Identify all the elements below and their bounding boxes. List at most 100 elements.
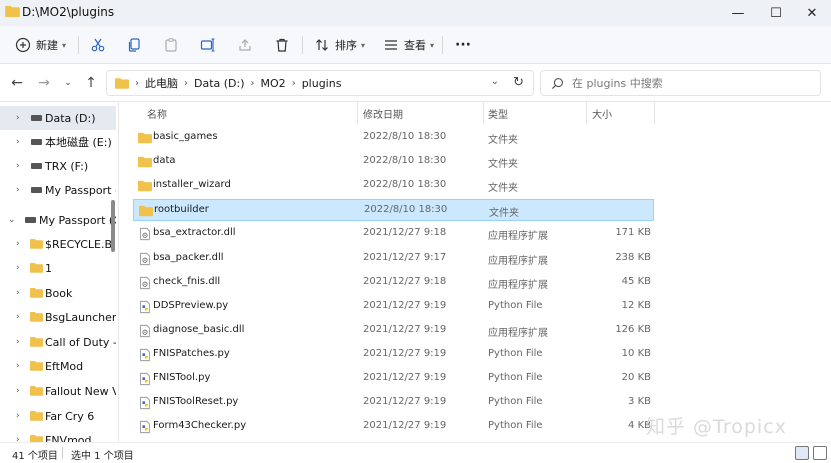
chevron-right-icon[interactable]: ›: [16, 263, 20, 273]
sort-icon: [313, 36, 331, 54]
file-row[interactable]: FNISToolReset.py 2021/12/27 9:19 Python Fi…: [133, 392, 654, 414]
up-button[interactable]: ↑: [80, 73, 102, 93]
file-name: bsa_extractor.dll: [153, 227, 236, 239]
refresh-icon[interactable]: ↻: [513, 75, 524, 90]
folder-icon: [30, 239, 43, 249]
chevron-right-icon[interactable]: ›: [16, 435, 20, 442]
sidebar-item-bsglauncher[interactable]: › BsgLauncher: [0, 305, 116, 329]
folder-icon: [30, 386, 43, 396]
chevron-right-icon[interactable]: ›: [16, 137, 20, 147]
chevron-right-icon[interactable]: ›: [16, 361, 20, 371]
navigation-pane: › Data (D:) › 本地磁盘 (E:) › TRX (F:) › My …: [0, 102, 118, 442]
file-date: 2021/12/27 9:19: [363, 420, 447, 432]
sidebar-item-data-d[interactable]: › Data (D:): [0, 106, 116, 130]
folder-icon: [138, 132, 152, 144]
file-row[interactable]: Form43Checker.py 2021/12/27 9:19 Python Fi…: [133, 416, 654, 438]
sidebar-item-trx-f[interactable]: › TRX (F:): [0, 154, 116, 178]
sort-button[interactable]: 排序 ▾: [313, 34, 365, 56]
file-name: bsa_packer.dll: [153, 251, 224, 263]
address-bar-row: ← → ⌄ ↑ › 此电脑 › Data (D:) › MO2 › plugin…: [0, 64, 831, 102]
tiles-view-icon[interactable]: [813, 446, 827, 460]
share-button[interactable]: [236, 34, 254, 56]
minimize-button[interactable]: —: [719, 0, 757, 26]
file-type: 文件夹: [488, 135, 518, 146]
column-divider[interactable]: [654, 102, 655, 124]
sidebar-item-fnvmod[interactable]: › FNVmod: [0, 428, 116, 442]
column-divider[interactable]: [357, 102, 358, 124]
column-header-date[interactable]: 修改日期: [363, 102, 403, 124]
chevron-right-icon[interactable]: ›: [16, 337, 20, 347]
search-input[interactable]: 在 plugins 中搜索: [540, 70, 821, 96]
file-date: 2022/8/10 18:30: [364, 204, 448, 216]
sidebar-item-book[interactable]: › Book: [0, 281, 116, 305]
folder-icon: [30, 361, 43, 371]
file-type: 应用程序扩展: [488, 327, 548, 339]
sidebar-item-fallout-new-vegas[interactable]: › Fallout New Ve: [0, 379, 116, 403]
back-button[interactable]: ←: [6, 73, 28, 93]
file-row[interactable]: bsa_packer.dll 2021/12/27 9:17 应用程序扩展 238 K…: [133, 248, 654, 270]
chevron-right-icon[interactable]: ›: [16, 185, 20, 195]
sidebar-item-eftmod[interactable]: › EftMod: [0, 354, 116, 378]
chevron-right-icon[interactable]: ›: [16, 161, 20, 171]
breadcrumb-this-pc[interactable]: 此电脑: [145, 75, 178, 91]
copy-icon: [125, 36, 143, 54]
column-header-size[interactable]: 大小: [592, 102, 612, 124]
column-header-type[interactable]: 类型: [488, 102, 508, 124]
breadcrumb-data-drive[interactable]: Data (D:): [194, 77, 245, 90]
file-row[interactable]: basic_games 2022/8/10 18:30 文件夹: [133, 127, 654, 149]
folder-icon: [30, 435, 43, 442]
new-button[interactable]: 新建 ▾: [14, 34, 66, 56]
sidebar-item-folder-1[interactable]: › 1: [0, 256, 116, 280]
chevron-right-icon[interactable]: ›: [16, 312, 20, 322]
column-header-name[interactable]: 名称: [147, 102, 167, 124]
file-row[interactable]: rootbuilder 2022/8/10 18:30 文件夹: [133, 199, 654, 222]
paste-button[interactable]: [162, 34, 180, 56]
file-row[interactable]: installer_wizard 2022/8/10 18:30 文件夹: [133, 175, 654, 197]
file-row[interactable]: bsa_extractor.dll 2021/12/27 9:18 应用程序扩展 17…: [133, 223, 654, 245]
chevron-right-icon[interactable]: ›: [16, 239, 20, 249]
chevron-down-icon[interactable]: ⌄: [8, 215, 16, 225]
maximize-button[interactable]: ☐: [757, 0, 795, 26]
breadcrumb-mo2[interactable]: MO2: [261, 77, 286, 90]
recent-locations-button[interactable]: ⌄: [57, 73, 79, 93]
file-date: 2021/12/27 9:17: [363, 251, 447, 263]
cut-button[interactable]: [89, 34, 107, 56]
sidebar-item-label: Book: [45, 286, 73, 300]
file-row[interactable]: FNISTool.py 2021/12/27 9:19 Python File 20 …: [133, 368, 654, 390]
delete-button[interactable]: [273, 34, 291, 56]
details-view-icon[interactable]: [795, 446, 809, 460]
more-options-button[interactable]: ···: [455, 34, 471, 56]
file-row[interactable]: check_fnis.dll 2021/12/27 9:18 应用程序扩展 45 KB: [133, 272, 654, 294]
sidebar-scrollbar[interactable]: [111, 200, 115, 252]
column-divider[interactable]: [586, 102, 587, 124]
folder-icon: [139, 206, 153, 217]
file-row[interactable]: FNISPatches.py 2021/12/27 9:19 Python File…: [133, 344, 654, 366]
address-box[interactable]: › 此电脑 › Data (D:) › MO2 › plugins ⌄ ↻: [106, 70, 534, 96]
python-file-icon: [140, 397, 150, 410]
column-divider[interactable]: [483, 102, 484, 124]
file-row[interactable]: data 2022/8/10 18:30 文件夹: [133, 151, 654, 173]
file-row[interactable]: DDSPreview.py 2021/12/27 9:19 Python File 1…: [133, 296, 654, 318]
folder-icon: [30, 288, 43, 298]
view-button[interactable]: 查看 ▾: [382, 34, 434, 56]
address-history-chevron-icon[interactable]: ⌄: [491, 76, 499, 87]
sidebar-item-local-disk-e[interactable]: › 本地磁盘 (E:): [0, 130, 116, 154]
chevron-right-icon[interactable]: ›: [16, 288, 20, 298]
chevron-right-icon[interactable]: ›: [16, 411, 20, 421]
sidebar-item-call-of-duty[interactable]: › Call of Duty - I: [0, 330, 116, 354]
chevron-right-icon[interactable]: ›: [16, 386, 20, 396]
sidebar-item-my-passport-g[interactable]: › My Passport (G:): [0, 178, 116, 202]
rename-button[interactable]: [199, 34, 217, 56]
copy-button[interactable]: [125, 34, 143, 56]
close-button[interactable]: ✕: [793, 0, 831, 26]
file-size: 126 KB: [615, 323, 651, 335]
sidebar-item-label: $RECYCLE.BIN: [45, 237, 116, 251]
file-row[interactable]: diagnose_basic.dll 2021/12/27 9:19 应用程序扩展 1…: [133, 320, 654, 342]
file-size: 3 KB: [628, 396, 651, 408]
breadcrumb-plugins[interactable]: plugins: [302, 77, 342, 90]
forward-button[interactable]: →: [33, 73, 55, 93]
sidebar-item-far-cry-6[interactable]: › Far Cry 6: [0, 404, 116, 428]
sidebar-item-recycle-bin[interactable]: › $RECYCLE.BIN: [0, 232, 116, 256]
sidebar-item-my-passport-g-expanded[interactable]: ⌄ My Passport (G:): [0, 208, 116, 232]
chevron-right-icon[interactable]: ›: [16, 113, 20, 123]
